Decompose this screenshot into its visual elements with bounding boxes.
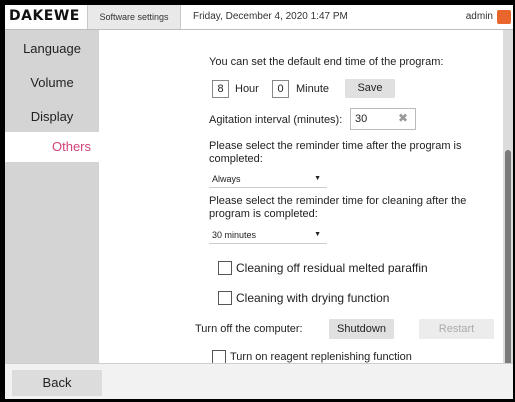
sidebar-item-others[interactable]: Others <box>5 132 99 162</box>
sidebar-item-label: Language <box>23 41 81 56</box>
vertical-scrollbar[interactable] <box>503 30 513 368</box>
reagent-checkbox[interactable] <box>212 350 226 364</box>
back-button[interactable]: Back <box>12 370 102 396</box>
agitation-label: Agitation interval (minutes): <box>209 114 343 126</box>
reagent-label: Turn on reagent replenishing function <box>230 351 412 363</box>
chevron-down-icon: ▼ <box>314 231 321 238</box>
shutdown-button[interactable]: Shutdown <box>329 319 394 339</box>
end-time-prompt: You can set the default end time of the … <box>209 56 444 68</box>
datetime-display: Friday, December 4, 2020 1:47 PM <box>193 11 348 22</box>
cleaning-prompt: Please select the reminder time for clea… <box>209 195 467 220</box>
settings-sidebar: Language Volume Display Others <box>5 30 99 363</box>
top-bar: DAKEWE Software settings Friday, Decembe… <box>5 5 513 30</box>
sidebar-item-label: Others <box>51 139 91 154</box>
cleaning-selected: 30 minutes <box>212 230 257 240</box>
settings-panel: You can set the default end time of the … <box>99 30 503 364</box>
bottom-bar: Back <box>5 363 513 399</box>
cleaning-dropdown[interactable]: 30 minutes ▼ <box>209 226 327 244</box>
paraffin-label: Cleaning off residual melted paraffin <box>236 261 428 275</box>
reminder-selected: Always <box>212 174 241 184</box>
reminder-dropdown[interactable]: Always ▼ <box>209 170 327 188</box>
paraffin-checkbox[interactable] <box>218 261 232 275</box>
sidebar-item-language[interactable]: Language <box>5 34 99 64</box>
sidebar-item-label: Volume <box>30 75 74 90</box>
brand-logo: DAKEWE <box>9 8 80 24</box>
minute-input[interactable]: 0 <box>272 80 289 98</box>
drying-checkbox[interactable] <box>218 291 232 305</box>
restart-button[interactable]: Restart <box>419 319 494 339</box>
save-button[interactable]: Save <box>345 79 395 98</box>
sidebar-item-display[interactable]: Display <box>5 102 99 132</box>
chevron-down-icon: ▼ <box>314 175 321 182</box>
reminder-prompt: Please select the reminder time after th… <box>209 140 462 165</box>
sidebar-item-label: Display <box>30 109 74 124</box>
app-window: DAKEWE Software settings Friday, Decembe… <box>5 5 513 399</box>
scrollbar-thumb[interactable] <box>505 150 511 368</box>
user-name: admin <box>465 11 493 22</box>
tab-software-settings[interactable]: Software settings <box>87 5 181 29</box>
user-menu-icon[interactable] <box>497 10 511 24</box>
hour-label: Hour <box>235 83 259 95</box>
agitation-value: 30 <box>355 113 368 125</box>
sidebar-item-volume[interactable]: Volume <box>5 68 99 98</box>
drying-label: Cleaning with drying function <box>236 291 390 305</box>
hour-input[interactable]: 8 <box>212 80 229 98</box>
minute-label: Minute <box>296 83 330 95</box>
clear-icon[interactable]: ✖ <box>398 111 408 125</box>
turn-off-label: Turn off the computer: <box>195 323 303 335</box>
